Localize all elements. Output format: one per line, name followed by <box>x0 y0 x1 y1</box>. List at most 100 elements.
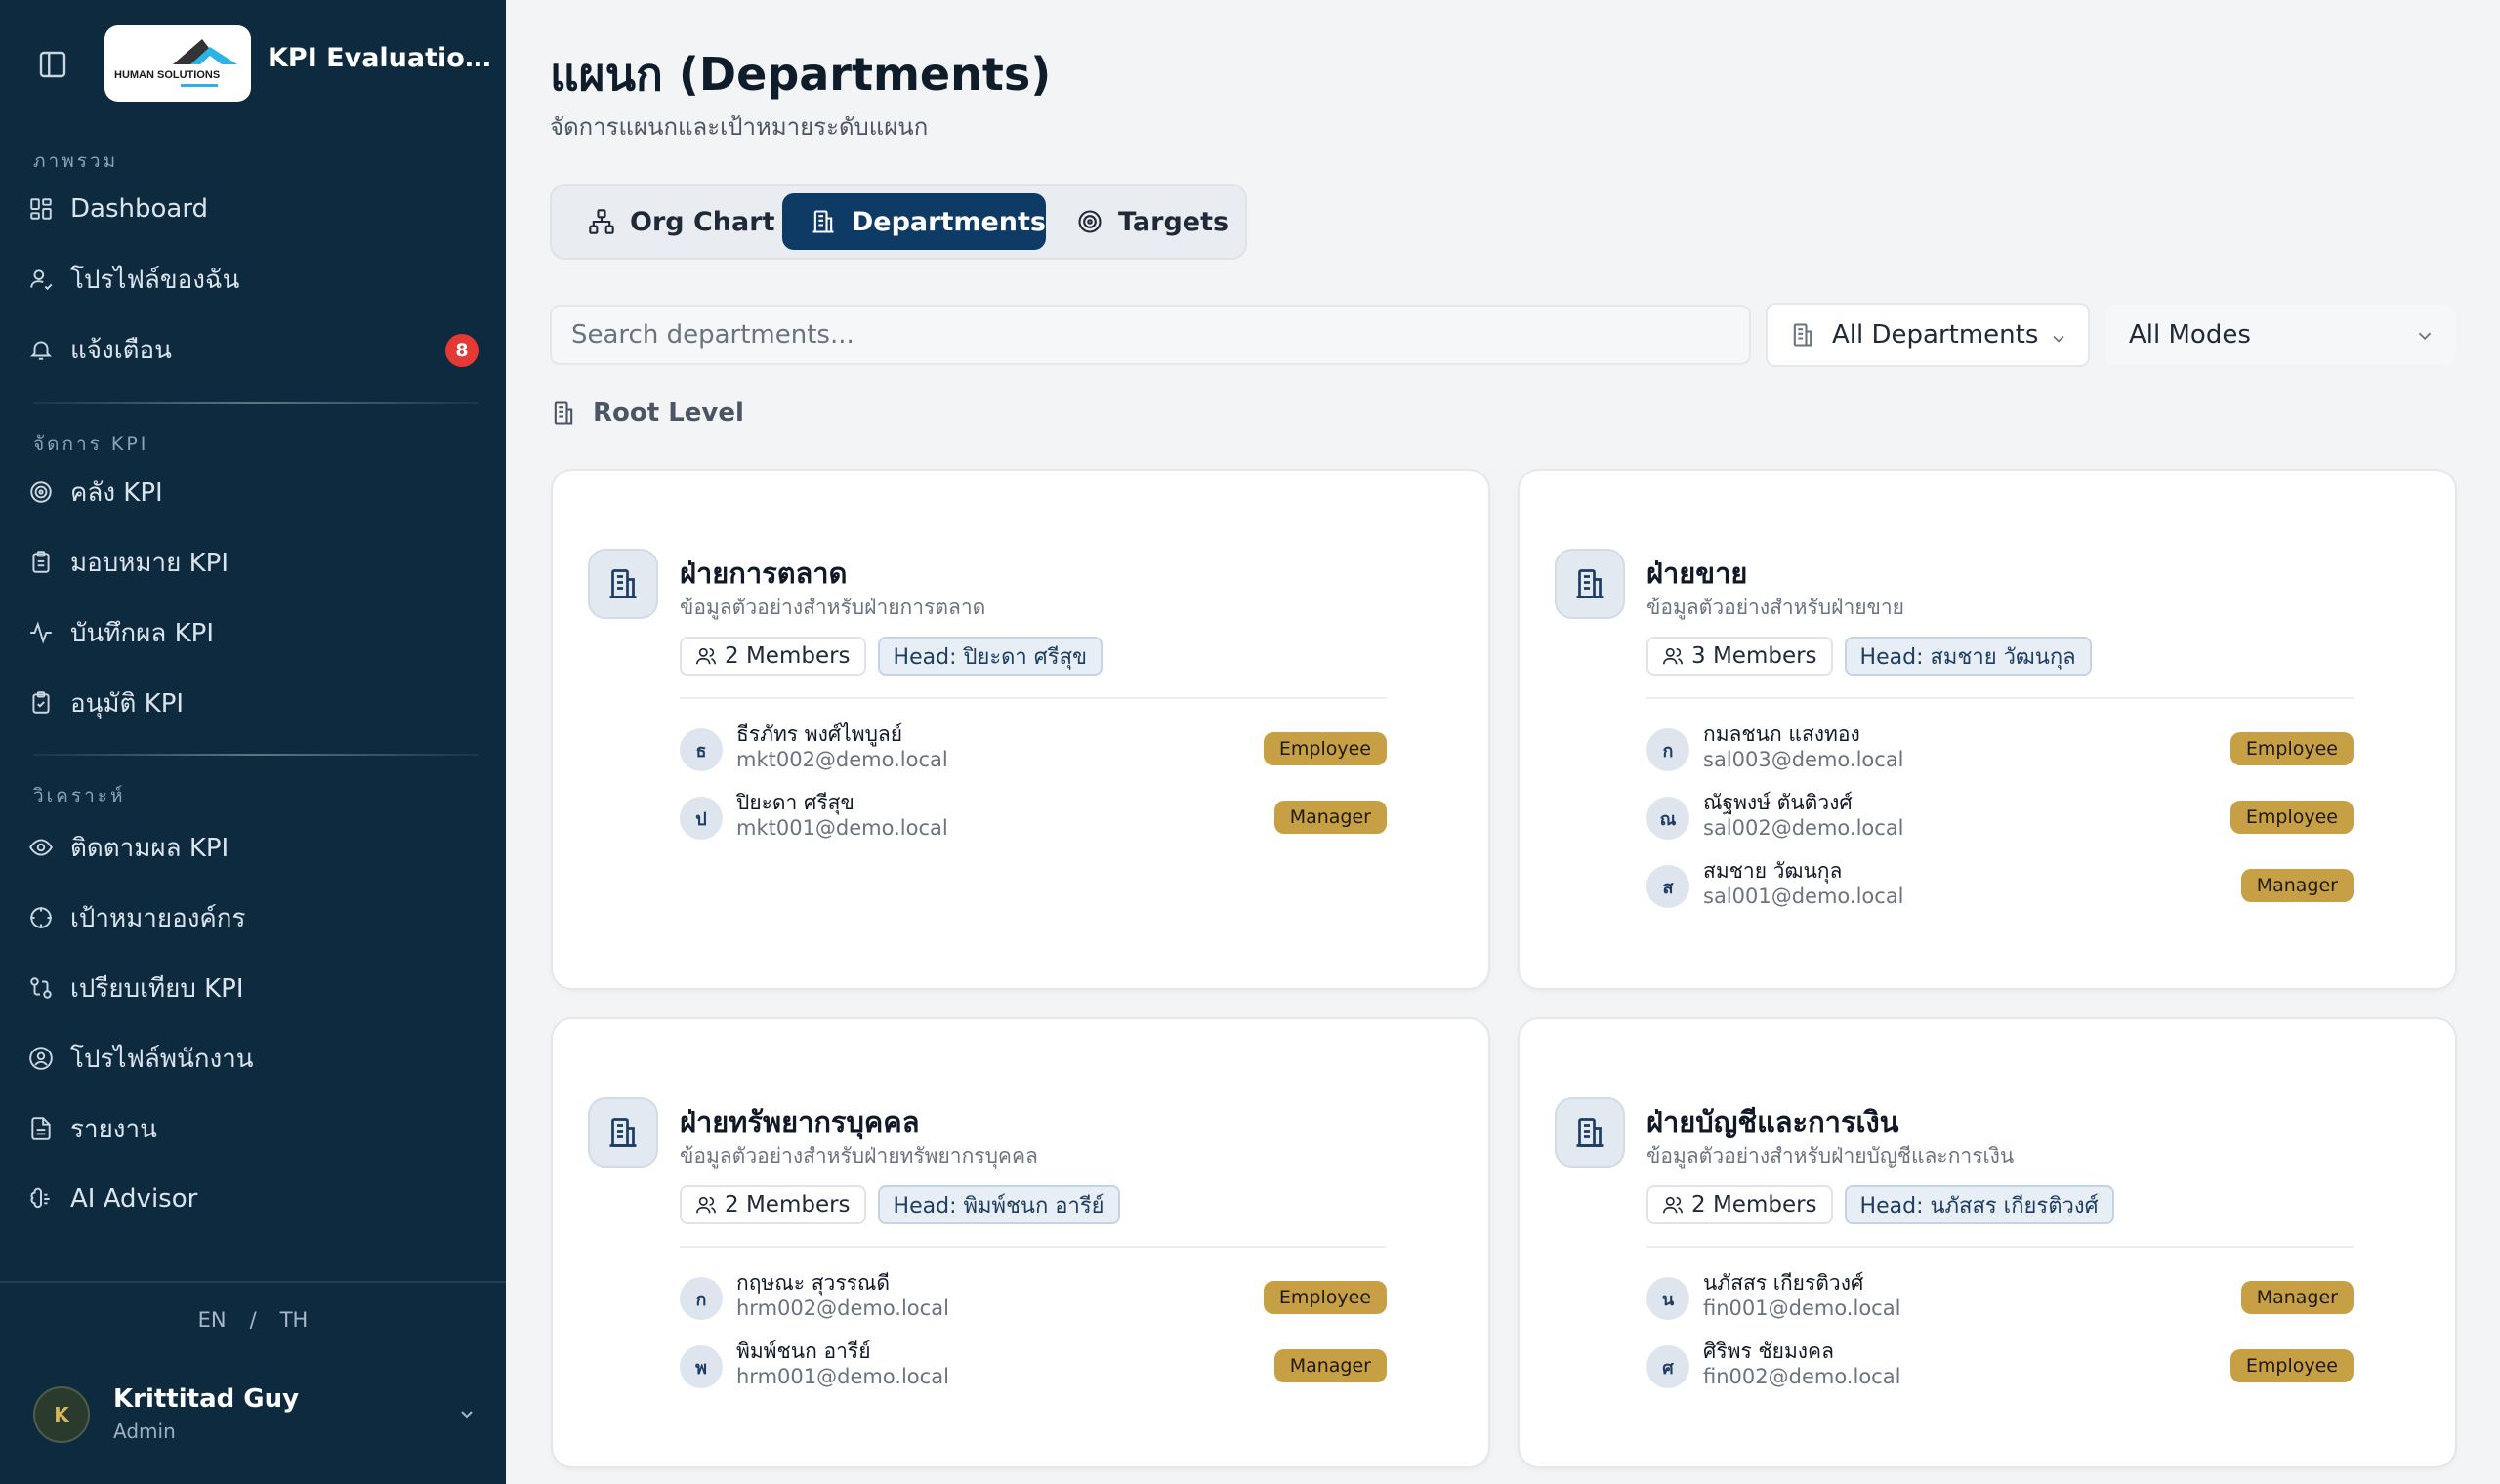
user-menu[interactable]: K Krittitad Guy Admin <box>33 1384 479 1447</box>
department-description: ข้อมูลตัวอย่างสำหรับฝ่ายขาย <box>1646 596 1904 619</box>
tab-departments[interactable]: Departments <box>782 193 1046 250</box>
dashboard-grid-icon <box>27 195 55 223</box>
department-card[interactable]: ฝ่ายการตลาด ข้อมูลตัวอย่างสำหรับฝ่ายการต… <box>551 469 1490 990</box>
mode-filter-select[interactable]: All Modes <box>2105 305 2455 365</box>
user-circle-icon <box>27 1045 55 1072</box>
member-avatar: ณ <box>1646 797 1689 840</box>
department-head-chip: Head: สมชาย วัฒนกุล <box>1844 637 2092 676</box>
sidebar-header: HUMAN SOLUTIONS KPI Evaluation ... <box>0 0 506 127</box>
department-head-chip: Head: นภัสสร เกียรติวงศ์ <box>1844 1185 2114 1224</box>
building-icon <box>1555 549 1625 619</box>
sidebar-item-label: โปรไฟล์ของฉัน <box>70 265 240 295</box>
divider <box>1646 697 2354 699</box>
member-name: นภัสสร เกียรติวงศ์ <box>1703 1271 1864 1295</box>
department-description: ข้อมูลตัวอย่างสำหรับฝ่ายทรัพยากรบุคคล <box>680 1144 1038 1168</box>
role-badge: Manager <box>2240 869 2354 902</box>
sidebar-item-reports[interactable]: รายงาน <box>27 1101 479 1156</box>
department-card[interactable]: ฝ่ายบัญชีและการเงิน ข้อมูลตัวอย่างสำหรับ… <box>1518 1017 2457 1468</box>
member-name: พิมพ์ชนก อารีย์ <box>736 1340 871 1363</box>
section-label-overview: ภาพรวม <box>33 150 119 172</box>
sidebar-item-employee-profiles[interactable]: โปรไฟล์พนักงาน <box>27 1031 479 1086</box>
member-name: กมลชนก แสงทอง <box>1703 722 1860 746</box>
department-filter-select[interactable]: All Departments <box>1766 303 2090 367</box>
page-subtitle: จัดการแผนกและเป้าหมายระดับแผนก <box>550 113 929 141</box>
chevron-down-icon <box>455 1402 479 1425</box>
app-title: KPI Evaluation ... <box>268 43 494 73</box>
user-name: Krittitad Guy <box>113 1384 300 1414</box>
sidebar-item-track-kpi[interactable]: ติดตามผล KPI <box>27 820 479 875</box>
building-icon <box>588 1097 658 1168</box>
member-name: ณัฐพงษ์ ตันติวงศ์ <box>1703 791 1853 814</box>
sidebar-item-label: คลัง KPI <box>70 477 163 508</box>
sidebar-item-assign-kpi[interactable]: มอบหมาย KPI <box>27 535 479 590</box>
members-count-chip: 3 Members <box>1646 637 1833 676</box>
users-icon <box>1662 1194 1684 1216</box>
divider <box>1646 1246 2354 1248</box>
members-count-chip: 2 Members <box>680 1185 866 1224</box>
member-email: fin002@demo.local <box>1703 1365 1901 1388</box>
members-count-chip: 2 Members <box>1646 1185 1833 1224</box>
user-role: Admin <box>113 1420 176 1443</box>
org-chart-icon <box>587 207 616 236</box>
sidebar-divider <box>33 754 479 756</box>
tab-targets[interactable]: Targets <box>1075 193 1229 250</box>
member-avatar: พ <box>680 1345 723 1388</box>
root-level-label: Root Level <box>593 398 744 428</box>
sidebar-item-label: เป้าหมายองค์กร <box>70 903 246 933</box>
users-icon <box>1662 645 1684 667</box>
sidebar-item-ai-advisor[interactable]: AI Advisor <box>27 1172 479 1226</box>
sidebar-item-notifications[interactable]: แจ้งเตือน 8 <box>27 322 479 377</box>
clipboard-icon <box>27 549 55 576</box>
member-email: fin001@demo.local <box>1703 1297 1901 1320</box>
department-card[interactable]: ฝ่ายขาย ข้อมูลตัวอย่างสำหรับฝ่ายขาย 3 Me… <box>1518 469 2457 990</box>
sidebar-item-dashboard[interactable]: Dashboard <box>27 182 479 236</box>
sidebar-item-kpi-library[interactable]: คลัง KPI <box>27 465 479 519</box>
view-tabs: Org Chart Departments Targets <box>550 184 1247 260</box>
member-row: ส สมชาย วัฒนกุล sal001@demo.local Manage… <box>1646 855 2354 914</box>
search-placeholder: Search departments... <box>571 320 854 350</box>
member-name: สมชาย วัฒนกุล <box>1703 859 1843 883</box>
language-switcher: EN / TH <box>0 1308 506 1332</box>
sidebar-item-label: รายงาน <box>70 1114 157 1144</box>
role-badge: Employee <box>1263 732 1387 765</box>
building-icon <box>588 549 658 619</box>
search-input[interactable]: Search departments... <box>550 305 1751 365</box>
member-row: ณ ณัฐพงษ์ ตันติวงศ์ sal002@demo.local Em… <box>1646 787 2354 845</box>
chevron-down-icon <box>2049 326 2068 346</box>
member-avatar: ส <box>1646 865 1689 908</box>
member-email: hrm001@demo.local <box>736 1365 949 1388</box>
role-badge: Manager <box>2240 1281 2354 1314</box>
tab-org-chart[interactable]: Org Chart <box>587 193 774 250</box>
department-card[interactable]: ฝ่ายทรัพยากรบุคคล ข้อมูลตัวอย่างสำหรับฝ่… <box>551 1017 1490 1468</box>
member-row: ก กมลชนก แสงทอง sal003@demo.local Employ… <box>1646 719 2354 777</box>
member-email: sal001@demo.local <box>1703 885 1904 908</box>
sidebar-item-compare-kpi[interactable]: เปรียบเทียบ KPI <box>27 961 479 1015</box>
sidebar-item-my-profile[interactable]: โปรไฟล์ของฉัน <box>27 252 479 307</box>
member-name: ศิริพร ชัยมงคล <box>1703 1340 1834 1363</box>
tab-label: Org Chart <box>630 206 775 237</box>
sidebar-item-record-kpi[interactable]: บันทึกผล KPI <box>27 605 479 660</box>
lang-th-button[interactable]: TH <box>280 1308 309 1332</box>
role-badge: Employee <box>1263 1281 1387 1314</box>
department-description: ข้อมูลตัวอย่างสำหรับฝ่ายบัญชีและการเงิน <box>1646 1144 2015 1168</box>
sidebar-item-org-goals[interactable]: เป้าหมายองค์กร <box>27 890 479 945</box>
sidebar-item-label: มอบหมาย KPI <box>70 548 229 578</box>
sidebar-item-label: แจ้งเตือน <box>70 335 172 365</box>
member-row: น นภัสสร เกียรติวงศ์ fin001@demo.local M… <box>1646 1267 2354 1326</box>
member-name: กฤษณะ สุวรรณดี <box>736 1271 890 1295</box>
member-name: ธีรภัทร พงศ์ไพบูลย์ <box>736 722 903 746</box>
lang-en-button[interactable]: EN <box>198 1308 227 1332</box>
member-avatar: ศ <box>1646 1345 1689 1388</box>
member-row: พ พิมพ์ชนก อารีย์ hrm001@demo.local Mana… <box>680 1336 1387 1394</box>
role-badge: Employee <box>2229 1349 2354 1382</box>
activity-icon <box>27 619 55 646</box>
department-head-chip: Head: ปิยะดา ศรีสุข <box>877 637 1104 676</box>
member-avatar: ก <box>1646 728 1689 771</box>
tab-label: Targets <box>1118 206 1229 237</box>
sidebar-item-approve-kpi[interactable]: อนุมัติ KPI <box>27 676 479 730</box>
sidebar-toggle-icon[interactable] <box>35 47 70 82</box>
mode-filter-value: All Modes <box>2129 320 2251 350</box>
sidebar-item-label: บันทึกผล KPI <box>70 618 214 648</box>
user-icon <box>27 266 55 293</box>
avatar: K <box>33 1386 90 1443</box>
